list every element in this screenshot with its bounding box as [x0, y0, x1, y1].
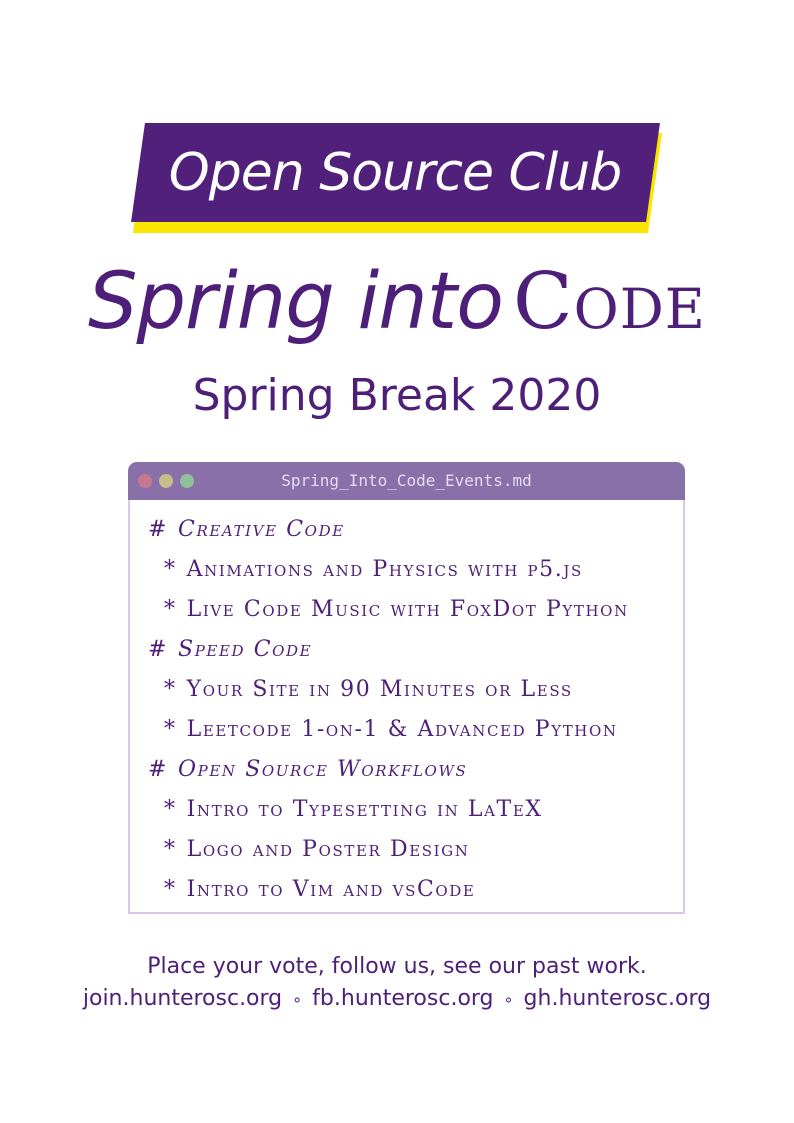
- heading-marker: #: [148, 757, 169, 782]
- github-link[interactable]: gh.hunterosc.org: [524, 986, 712, 1011]
- bullet-marker: *: [164, 877, 177, 902]
- bullet-marker: *: [164, 717, 177, 742]
- section-heading: # Speed Code: [148, 630, 673, 670]
- club-banner: Open Source Club: [130, 123, 665, 233]
- event-text: Leetcode 1-on-1 & Advanced Python: [186, 717, 618, 742]
- event-item: * Intro to Typesetting in LaTeX: [148, 790, 673, 830]
- window-filename: Spring_Into_Code_Events.md: [281, 471, 532, 490]
- footer-links: join.hunterosc.org ∘ fb.hunterosc.org ∘ gh.h…: [0, 983, 794, 1016]
- bullet-marker: *: [164, 557, 177, 582]
- heading-text: Speed Code: [178, 637, 313, 662]
- editor-window: Spring_Into_Code_Events.md # Creative Cod…: [128, 462, 685, 914]
- event-text: Intro to Vim and vsCode: [186, 877, 476, 902]
- heading-marker: #: [148, 637, 169, 662]
- facebook-link[interactable]: fb.hunterosc.org: [312, 986, 493, 1011]
- event-list: # Creative Code * Animations and Physics w…: [148, 510, 673, 910]
- join-link[interactable]: join.hunterosc.org: [83, 986, 282, 1011]
- separator-icon: ∘: [503, 990, 514, 1009]
- event-text: Animations and Physics with p5.js: [186, 557, 583, 582]
- event-item: * Animations and Physics with p5.js: [148, 550, 673, 590]
- window-titlebar: Spring_Into_Code_Events.md: [128, 462, 685, 500]
- poster-title: Spring into Code: [0, 252, 794, 352]
- club-name: Open Source Club: [168, 142, 622, 203]
- bullet-marker: *: [164, 597, 177, 622]
- event-item: * Intro to Vim and vsCode: [148, 870, 673, 910]
- section-heading: # Creative Code: [148, 510, 673, 550]
- footer-tagline: Place your vote, follow us, see our past…: [147, 954, 647, 979]
- title-part-2: Code: [512, 257, 706, 347]
- heading-text: Creative Code: [178, 517, 345, 542]
- bullet-marker: *: [164, 797, 177, 822]
- poster-footer: Place your vote, follow us, see our past…: [0, 951, 794, 1016]
- heading-text: Open Source Workflows: [178, 757, 468, 782]
- event-text: Live Code Music with FoxDot Python: [186, 597, 629, 622]
- event-item: * Leetcode 1-on-1 & Advanced Python: [148, 710, 673, 750]
- bullet-marker: *: [164, 677, 177, 702]
- event-text: Logo and Poster Design: [186, 837, 470, 862]
- heading-marker: #: [148, 517, 169, 542]
- event-item: * Your Site in 90 Minutes or Less: [148, 670, 673, 710]
- section-heading: # Open Source Workflows: [148, 750, 673, 790]
- title-part-1: Spring into: [88, 257, 504, 347]
- separator-icon: ∘: [292, 990, 303, 1009]
- bullet-marker: *: [164, 837, 177, 862]
- event-item: * Live Code Music with FoxDot Python: [148, 590, 673, 630]
- event-text: Your Site in 90 Minutes or Less: [186, 677, 573, 702]
- event-item: * Logo and Poster Design: [148, 830, 673, 870]
- event-text: Intro to Typesetting in LaTeX: [186, 797, 543, 822]
- poster-subtitle: Spring Break 2020: [192, 370, 602, 421]
